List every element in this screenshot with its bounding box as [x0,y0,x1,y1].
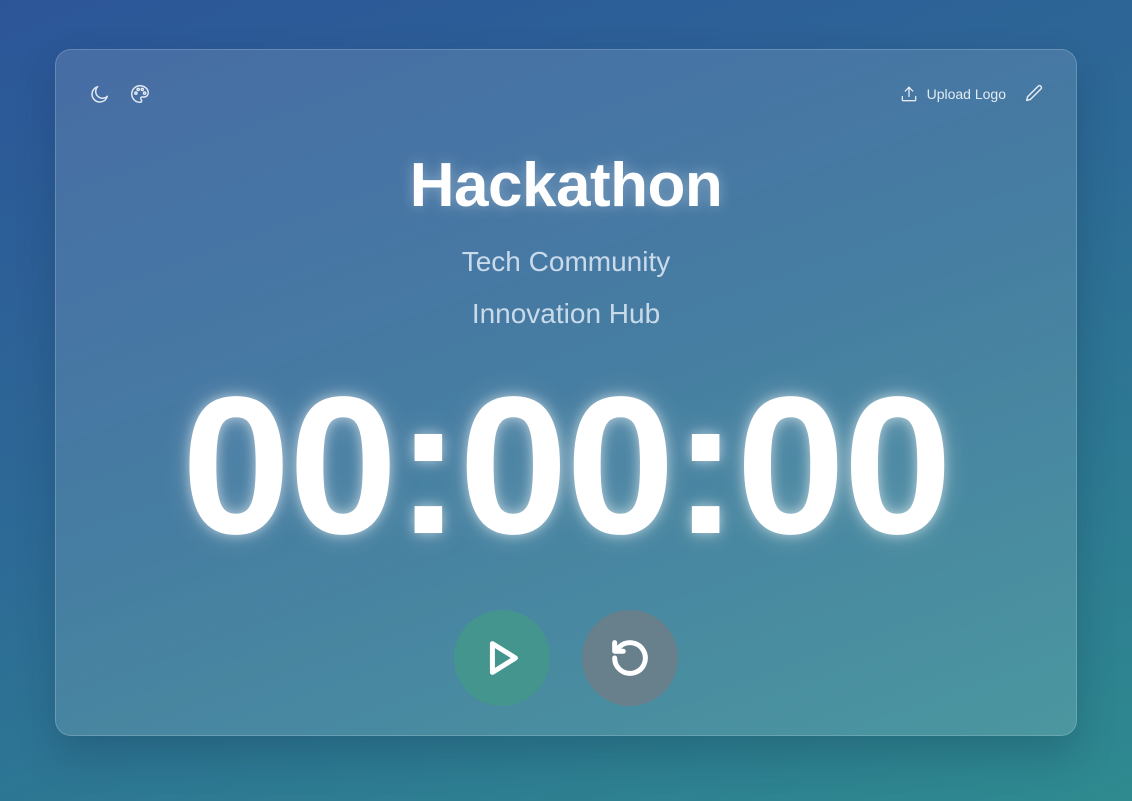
timer-controls [56,610,1076,706]
event-title: Hackathon [409,151,723,220]
play-button[interactable] [454,610,550,706]
theme-toggle-button[interactable] [88,82,112,106]
palette-button[interactable] [128,82,152,106]
pencil-icon [1025,84,1043,102]
countdown-display: 00:00:00 [181,356,953,575]
reset-icon [612,640,648,676]
event-subtitle-community: Tech Community [461,246,671,277]
toolbar-right: Upload Logo [899,82,1046,106]
upload-logo-label: Upload Logo [926,86,1006,102]
upload-logo-button[interactable]: Upload Logo [899,84,1006,104]
palette-icon [131,85,149,103]
moon-icon [91,85,109,103]
timer-card: Upload Logo Hackathon Tech Community Inn… [55,49,1077,736]
play-icon [489,641,518,675]
edit-button[interactable] [1022,82,1046,106]
upload-icon [901,86,916,102]
toolbar-left [88,82,152,106]
event-subtitle-venue: Innovation Hub [471,298,661,329]
reset-button[interactable] [582,610,678,706]
